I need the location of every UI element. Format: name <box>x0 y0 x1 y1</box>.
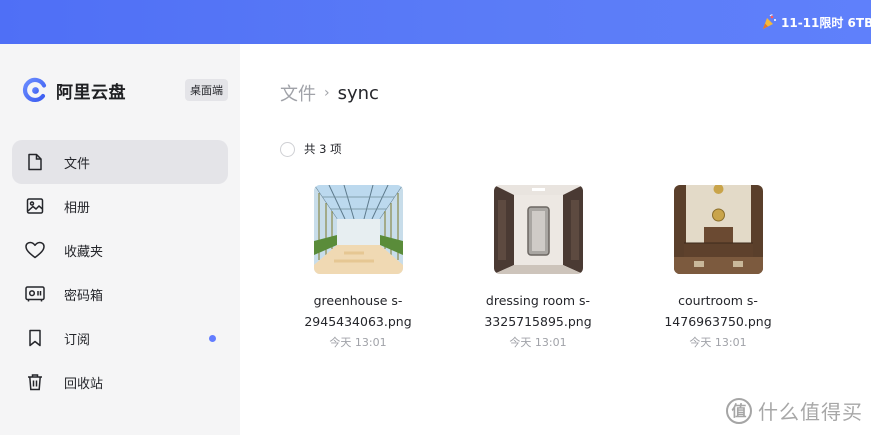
breadcrumb-current: sync <box>337 82 379 104</box>
party-popper-icon <box>761 14 777 30</box>
sidebar-item-label: 收藏夹 <box>64 244 104 260</box>
sidebar-nav: 文件 相册 收藏夹 密码箱 订阅 回收站 <box>12 140 228 404</box>
sidebar-item-favorites[interactable]: 收藏夹 <box>12 228 228 272</box>
file-name: greenhouse s- 2945434063.png <box>278 290 438 332</box>
file-item[interactable]: dressing room s- 3325715895.png 今天 13:01 <box>458 185 618 350</box>
file-thumbnail <box>313 185 403 274</box>
unread-dot <box>209 335 216 342</box>
bookmark-icon <box>24 327 46 349</box>
top-banner: 11-11限时 6TB <box>0 0 871 44</box>
file-modified-time: 今天 13:01 <box>509 336 567 349</box>
file-item[interactable]: greenhouse s- 2945434063.png 今天 13:01 <box>278 185 438 350</box>
file-name: dressing room s- 3325715895.png <box>458 290 618 332</box>
main-content: 文件 › sync 共 3 项 greenhouse s- 2945434063… <box>240 44 871 435</box>
file-name-line: 1476963750.png <box>664 314 772 329</box>
sidebar-item-label: 密码箱 <box>64 288 104 304</box>
file-thumbnail <box>493 185 583 274</box>
sidebar-item-label: 文件 <box>64 156 91 172</box>
breadcrumb-root[interactable]: 文件 <box>280 80 316 106</box>
breadcrumb-separator: › <box>324 85 330 101</box>
safe-box-icon <box>24 283 46 305</box>
watermark: 值 什么值得买 <box>726 396 863 425</box>
file-thumbnail <box>673 185 763 274</box>
heart-icon <box>24 239 46 261</box>
breadcrumb: 文件 › sync <box>280 80 379 106</box>
file-name-line: dressing room s- <box>485 293 591 308</box>
file-item[interactable]: courtroom s- 1476963750.png 今天 13:01 <box>638 185 798 350</box>
sidebar-item-safe[interactable]: 密码箱 <box>12 272 228 316</box>
promo-text: 11-11限时 6TB <box>781 15 871 30</box>
watermark-text: 什么值得买 <box>758 400 863 424</box>
file-modified-time: 今天 13:01 <box>689 336 747 349</box>
promo-link[interactable]: 11-11限时 6TB <box>761 12 871 32</box>
file-name: courtroom s- 1476963750.png <box>638 290 798 332</box>
sidebar-item-album[interactable]: 相册 <box>12 184 228 228</box>
brand-name: 阿里云盘 <box>56 82 126 103</box>
desktop-badge: 桌面端 <box>185 79 228 101</box>
sidebar-item-label: 订阅 <box>64 332 91 348</box>
file-name-line: 3325715895.png <box>484 314 592 329</box>
select-all-row: 共 3 项 <box>280 141 342 157</box>
brand: 阿里云盘 桌面端 <box>22 77 228 103</box>
sidebar: 阿里云盘 桌面端 文件 相册 收藏夹 密码箱 订阅 回收站 <box>0 44 240 435</box>
sidebar-item-subscriptions[interactable]: 订阅 <box>12 316 228 360</box>
file-name-line: 2945434063.png <box>304 314 412 329</box>
sidebar-item-files[interactable]: 文件 <box>12 140 228 184</box>
file-icon <box>24 151 46 173</box>
item-count: 共 3 项 <box>304 142 342 156</box>
sidebar-item-label: 相册 <box>64 200 91 216</box>
file-name-line: greenhouse s- <box>313 293 403 308</box>
file-name-line: courtroom s- <box>678 293 758 308</box>
watermark-logo-icon: 值 <box>726 397 752 424</box>
trash-icon <box>24 371 46 393</box>
select-all-checkbox[interactable] <box>280 141 295 157</box>
aliyun-drive-logo-icon <box>22 77 48 103</box>
file-modified-time: 今天 13:01 <box>329 336 387 349</box>
sidebar-item-label: 回收站 <box>64 376 104 392</box>
sidebar-item-trash[interactable]: 回收站 <box>12 360 228 404</box>
photo-album-icon <box>24 195 46 217</box>
